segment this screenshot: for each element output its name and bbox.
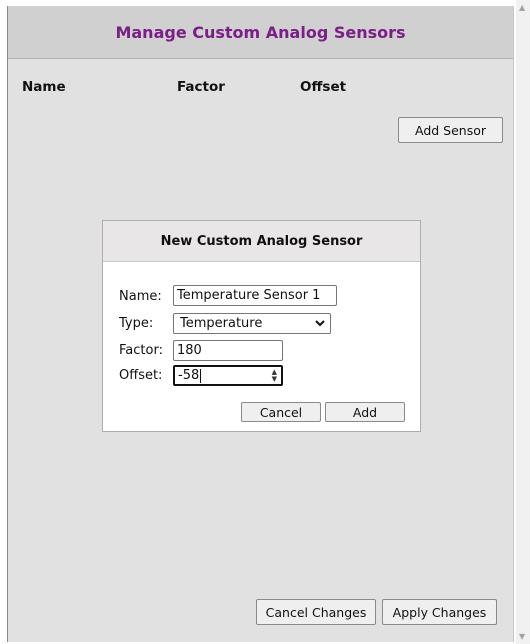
manage-sensors-window: Manage Custom Analog Sensors Name Factor… [7,6,514,642]
column-header-offset: Offset [300,79,347,95]
window-title: Manage Custom Analog Sensors [8,6,513,59]
type-label: Type: [119,316,154,331]
dialog-add-button[interactable]: Add [325,402,405,422]
apply-changes-button[interactable]: Apply Changes [382,599,497,625]
dialog-title: New Custom Analog Sensor [103,221,420,262]
column-header-factor: Factor [177,79,225,95]
offset-input-value: -58 [178,368,200,383]
column-header-name: Name [22,79,66,95]
new-sensor-dialog: New Custom Analog Sensor Name: Temperatu… [102,220,421,432]
factor-input[interactable]: 180 [173,340,283,361]
factor-label: Factor: [119,343,163,358]
offset-label: Offset: [119,368,163,383]
dialog-cancel-button[interactable]: Cancel [241,402,321,422]
scroll-up-arrow-icon[interactable]: ▲ [519,3,525,12]
vertical-scrollbar[interactable]: ▲ ▼ [516,0,530,644]
spinner-arrows-icon[interactable]: ▲ ▼ [272,369,277,383]
text-caret [200,368,202,383]
chevron-down-icon [315,316,325,330]
offset-input[interactable]: -58 ▲ ▼ [173,365,283,386]
cancel-changes-button[interactable]: Cancel Changes [256,599,376,625]
type-select-value: Temperature [180,316,263,331]
name-label: Name: [119,289,162,304]
type-select[interactable]: Temperature [173,313,331,334]
scroll-down-arrow-icon[interactable]: ▼ [519,632,525,641]
add-sensor-button[interactable]: Add Sensor [398,117,503,143]
name-input[interactable]: Temperature Sensor 1 [173,285,337,306]
